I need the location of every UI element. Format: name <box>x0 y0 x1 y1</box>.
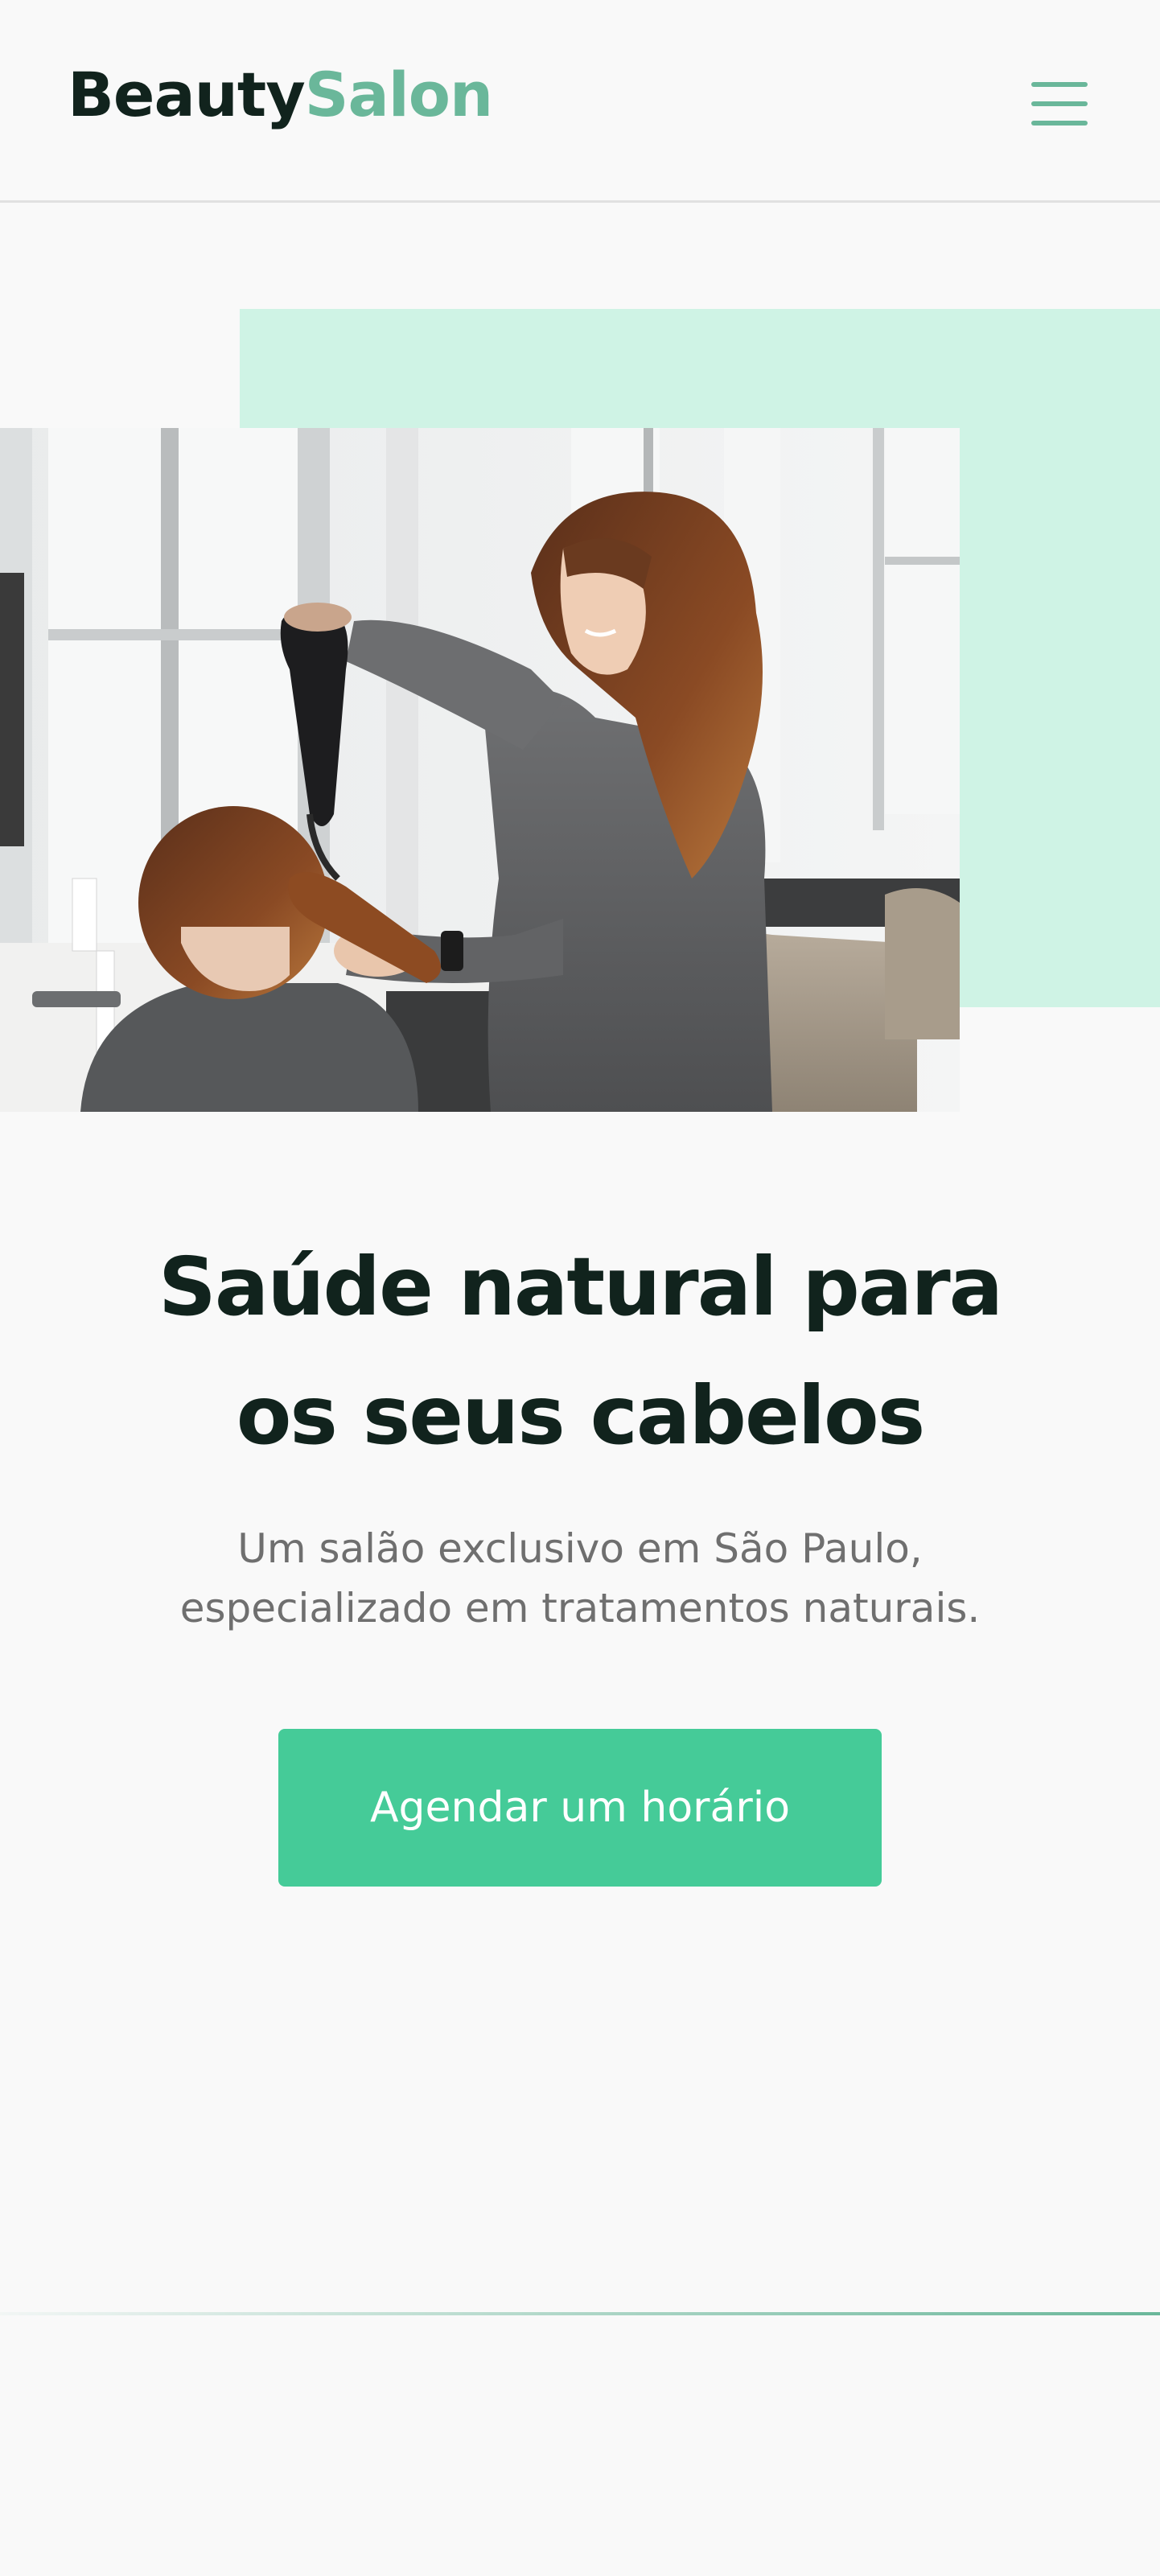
hero-subtitle: Um salão exclusivo em São Paulo, especia… <box>97 1519 1063 1638</box>
subtitle-line: especializado em tratamentos naturais. <box>179 1585 981 1632</box>
hero-image <box>0 428 960 1112</box>
headline-line: os seus cabelos <box>236 1368 926 1463</box>
logo-text-salon: Salon <box>304 59 493 130</box>
logo-text-beauty: Beauty <box>68 59 306 130</box>
hamburger-menu-icon[interactable] <box>1022 74 1096 138</box>
salon-photo-illustration <box>0 428 960 1112</box>
hero-headline: Saúde natural para os seus cabelos <box>80 1223 1080 1480</box>
menu-line <box>1031 101 1088 106</box>
section-divider <box>0 2312 1160 2315</box>
subtitle-line: Um salão exclusivo em São Paulo, <box>237 1525 923 1572</box>
logo[interactable]: BeautySalon <box>68 64 493 126</box>
menu-line <box>1031 121 1088 126</box>
headline-line: Saúde natural para <box>158 1240 1003 1334</box>
book-appointment-button[interactable]: Agendar um horário <box>278 1729 882 1887</box>
menu-line <box>1031 82 1088 87</box>
site-header: BeautySalon <box>0 0 1160 203</box>
